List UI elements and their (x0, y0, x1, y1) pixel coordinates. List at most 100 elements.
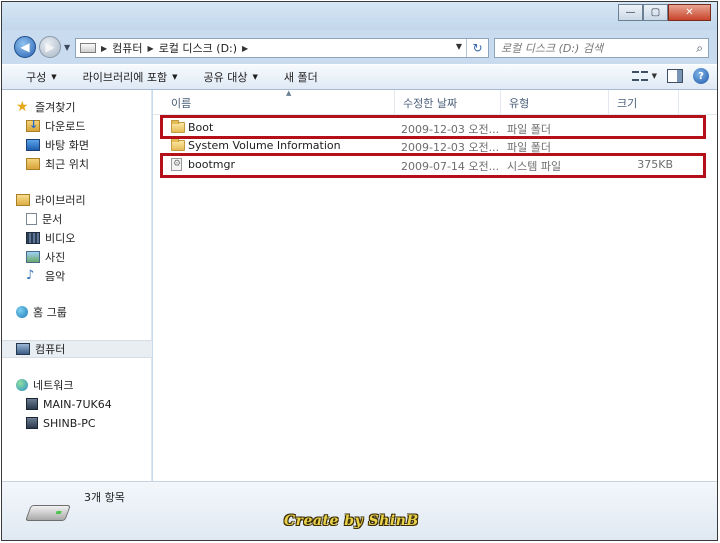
preview-pane-icon[interactable] (667, 69, 683, 83)
highlight-box-boot (160, 115, 706, 139)
toolbar-right: ▼ ? (631, 68, 709, 84)
window-controls: — ▢ ✕ (618, 4, 711, 21)
nav-label: 컴퓨터 (35, 343, 66, 356)
nav-computer[interactable]: 컴퓨터 (2, 340, 152, 358)
details-pane: 3개 항목 Create by ShinB (2, 481, 717, 540)
nav-label: 사진 (45, 251, 66, 264)
nav-label: 즐겨찾기 (35, 101, 76, 114)
desktop-icon (26, 139, 40, 151)
computer-icon (16, 343, 30, 355)
nav-pictures[interactable]: 사진 (2, 248, 152, 266)
homegroup-icon (16, 306, 28, 318)
caret-down-icon: ▼ (172, 73, 178, 81)
new-folder-button[interactable]: 새 폴더 (271, 69, 331, 85)
file-name: System Volume Information (188, 139, 341, 152)
command-bar: 구성 ▼ 라이브러리에 포함 ▼ 공유 대상 ▼ 새 폴더 ▼ ? (2, 64, 717, 90)
chevron-right-icon[interactable]: ▶ (101, 44, 107, 53)
explorer-window: — ▢ ✕ ◀ ▶ ▼ ▶ 컴퓨터 ▶ 로컬 디스크 (D:) ▶ ▼ ↻ ⌕ … (1, 1, 718, 541)
address-bar[interactable]: ▶ 컴퓨터 ▶ 로컬 디스크 (D:) ▶ ▼ ↻ (75, 38, 489, 58)
nav-network[interactable]: 네트워크 (2, 376, 152, 394)
chevron-right-icon[interactable]: ▶ (242, 44, 248, 53)
chevron-right-icon[interactable]: ▶ (148, 44, 154, 53)
nav-videos[interactable]: 비디오 (2, 229, 152, 247)
nav-libraries[interactable]: 라이브러리 (2, 191, 152, 209)
nav-pc-main[interactable]: MAIN-7UK64 (2, 395, 152, 413)
column-modified[interactable]: 수정한 날짜 (395, 90, 501, 115)
address-history-dropdown[interactable]: ▼ (456, 42, 462, 51)
nav-label: 비디오 (45, 232, 76, 245)
nav-label: 네트워크 (33, 379, 74, 392)
breadcrumb-local-disk[interactable]: 로컬 디스크 (D:) (159, 40, 237, 56)
nav-label: 다운로드 (45, 120, 86, 133)
nav-label: MAIN-7UK64 (43, 397, 112, 411)
help-icon[interactable]: ? (693, 68, 709, 84)
navigation-pane: ★ 즐겨찾기 다운로드 바탕 화면 최근 위치 라이브러리 문서 비디오 사진 ♪… (2, 90, 152, 481)
nav-documents[interactable]: 문서 (2, 210, 152, 228)
hard-drive-icon (25, 505, 71, 521)
organize-label: 구성 (26, 71, 47, 84)
column-name-label: 이름 (171, 96, 192, 110)
include-library-menu[interactable]: 라이브러리에 포함 ▼ (70, 69, 191, 85)
breadcrumb-computer[interactable]: 컴퓨터 (112, 40, 142, 56)
forward-button[interactable]: ▶ (39, 36, 61, 58)
view-options-icon[interactable] (631, 69, 648, 83)
downloads-folder-icon (26, 118, 40, 132)
nav-label: 홈 그룹 (33, 306, 67, 319)
library-icon (16, 194, 30, 206)
organize-menu[interactable]: 구성 ▼ (2, 69, 70, 85)
new-folder-label: 새 폴더 (283, 71, 318, 84)
navigation-bar: ◀ ▶ ▼ ▶ 컴퓨터 ▶ 로컬 디스크 (D:) ▶ ▼ ↻ ⌕ (2, 31, 717, 62)
nav-label: SHINB-PC (43, 416, 96, 430)
share-menu[interactable]: 공유 대상 ▼ (191, 69, 271, 85)
column-size-label: 크기 (617, 96, 638, 110)
star-icon: ★ (16, 99, 29, 115)
minimize-button[interactable]: — (618, 4, 643, 21)
network-computer-icon (26, 398, 38, 410)
maximize-button[interactable]: ▢ (643, 4, 668, 21)
video-icon (26, 232, 40, 244)
document-icon (26, 213, 37, 225)
drive-icon (80, 43, 96, 53)
view-caret-icon[interactable]: ▼ (652, 72, 657, 80)
nav-homegroup[interactable]: 홈 그룹 (2, 303, 152, 321)
nav-label: 최근 위치 (45, 158, 89, 171)
column-size[interactable]: 크기 (609, 90, 679, 115)
title-bar[interactable]: — ▢ ✕ (2, 2, 717, 30)
share-label: 공유 대상 (203, 71, 248, 84)
nav-label: 바탕 화면 (45, 139, 89, 152)
nav-favorites[interactable]: ★ 즐겨찾기 (2, 98, 152, 116)
arrow-right-icon: ▶ (45, 40, 55, 54)
column-type-label: 유형 (509, 96, 530, 110)
refresh-button[interactable]: ↻ (466, 39, 488, 57)
caret-down-icon: ▼ (252, 73, 258, 81)
network-computer-icon (26, 417, 38, 429)
network-icon (16, 379, 28, 391)
nav-label: 문서 (42, 213, 63, 226)
highlight-box-bootmgr (160, 153, 706, 178)
search-icon[interactable]: ⌕ (696, 41, 703, 56)
watermark: Create by ShinB (284, 513, 419, 529)
recent-pages-dropdown[interactable]: ▼ (64, 43, 70, 52)
nav-downloads[interactable]: 다운로드 (2, 117, 152, 135)
nav-label: 음악 (45, 270, 66, 283)
nav-desktop[interactable]: 바탕 화면 (2, 136, 152, 154)
music-note-icon: ♪ (26, 268, 35, 283)
file-list: 이름 ▲ 수정한 날짜 유형 크기 Boot 2009-12-03 오전... 파… (153, 89, 717, 481)
column-name[interactable]: 이름 ▲ (163, 89, 395, 115)
include-library-label: 라이브러리에 포함 (82, 71, 168, 84)
nav-music[interactable]: ♪ 음악 (2, 267, 152, 285)
arrow-left-icon: ◀ (20, 40, 30, 54)
picture-icon (26, 251, 40, 263)
nav-recent[interactable]: 최근 위치 (2, 155, 152, 173)
item-count: 3개 항목 (84, 491, 125, 504)
search-input[interactable] (501, 41, 681, 55)
search-box[interactable]: ⌕ (494, 38, 709, 58)
back-button[interactable]: ◀ (14, 36, 36, 58)
nav-pc-shinb[interactable]: SHINB-PC (2, 414, 152, 432)
folder-icon (171, 138, 185, 151)
close-button[interactable]: ✕ (668, 4, 711, 21)
column-header-row: 이름 ▲ 수정한 날짜 유형 크기 (153, 89, 717, 115)
nav-label: 라이브러리 (35, 194, 86, 207)
column-type[interactable]: 유형 (501, 90, 609, 115)
sort-ascending-icon: ▲ (286, 89, 292, 97)
